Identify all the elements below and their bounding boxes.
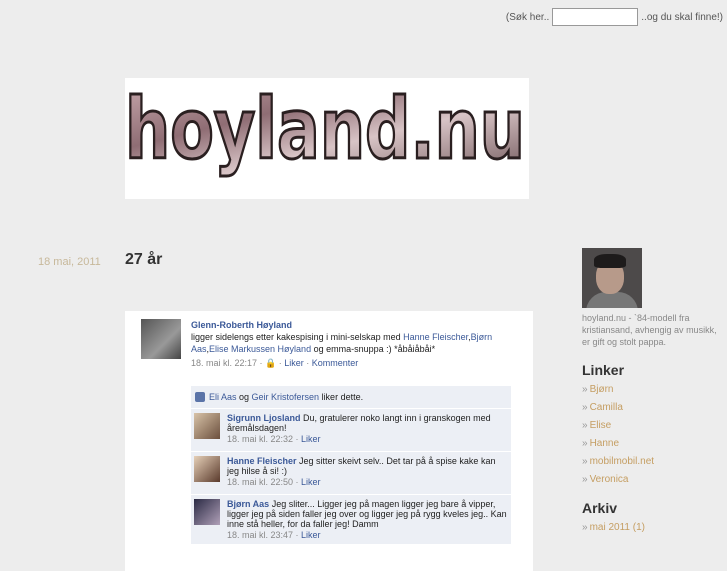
commenter-avatar xyxy=(194,456,220,482)
search-prefix: (Søk her.. xyxy=(505,11,550,23)
status-time: 18. mai kl. 22:17 · xyxy=(191,358,266,368)
link-label[interactable]: Hanne xyxy=(590,438,619,449)
like-link[interactable]: Liker xyxy=(284,358,304,368)
liker-1[interactable]: Eli Aas xyxy=(209,392,237,402)
commenter-avatar xyxy=(194,499,220,525)
link-item[interactable]: » Veronica xyxy=(582,474,722,492)
comment-text: Jeg sliter... Ligger jeg på magen ligger… xyxy=(227,499,507,529)
search-bar: (Søk her.. ..og du skal finne!) xyxy=(506,8,723,26)
link-item[interactable]: » Elise xyxy=(582,420,722,438)
likes-and: og xyxy=(236,392,252,402)
thumbs-up-icon xyxy=(195,392,205,402)
link-item[interactable]: » mobilmobil.net xyxy=(582,456,722,474)
lock-icon: 🔒 xyxy=(265,358,277,368)
link-label[interactable]: Camilla xyxy=(590,402,623,413)
likes-suffix: liker dette. xyxy=(319,392,364,402)
links-list: » Bjørn » Camilla » Elise » Hanne » mobilmobi… xyxy=(582,384,722,492)
link-label[interactable]: Veronica xyxy=(590,474,629,485)
author-avatar xyxy=(141,319,181,359)
comment-author[interactable]: Sigrunn Ljosland xyxy=(227,413,301,423)
link-label[interactable]: Bjørn xyxy=(590,384,614,395)
site-logo[interactable]: hoyland.nu xyxy=(125,78,529,199)
link-label[interactable]: Elise xyxy=(590,420,612,431)
meta-sep: · xyxy=(303,358,312,368)
facebook-screenshot: Glenn-Roberth Høyland ligger sidelengs e… xyxy=(125,311,533,571)
liker-2[interactable]: Geir Kristofersen xyxy=(252,392,320,402)
status-author[interactable]: Glenn-Roberth Høyland xyxy=(191,320,292,330)
sidebar: hoyland.nu - `84-modell fra kristiansand… xyxy=(582,248,722,540)
archive-label[interactable]: mai 2011 (1) xyxy=(590,522,645,533)
comment-item: Bjørn Aas Jeg sliter... Ligger jeg på ma… xyxy=(191,495,511,545)
author-photo xyxy=(582,248,642,308)
link-item[interactable]: » Bjørn xyxy=(582,384,722,402)
likes-row: Eli Aas og Geir Kristofersen liker dette… xyxy=(191,386,511,409)
comment-like-link[interactable]: Liker xyxy=(301,477,321,487)
comment-link[interactable]: Kommenter xyxy=(312,358,359,368)
link-item[interactable]: » Camilla xyxy=(582,402,722,420)
archive-item[interactable]: » mai 2011 (1) xyxy=(582,522,722,540)
comment-time: 18. mai kl. 22:50 · xyxy=(227,477,302,487)
links-heading: Linker xyxy=(582,362,625,378)
comment-item: Sigrunn Ljosland Du, gratulerer noko lan… xyxy=(191,409,511,452)
comment-like-link[interactable]: Liker xyxy=(301,530,321,540)
author-description: hoyland.nu - `84-modell fra kristiansand… xyxy=(582,313,717,347)
tag-elise[interactable]: Elise Markussen Høyland xyxy=(209,344,311,354)
logo-text: hoyland.nu xyxy=(125,80,525,178)
archive-heading: Arkiv xyxy=(582,500,618,516)
status-text-1: ligger sidelengs etter kakespising i min… xyxy=(191,332,404,342)
comment-like-link[interactable]: Liker xyxy=(301,434,321,444)
comments-section: Eli Aas og Geir Kristofersen liker dette… xyxy=(191,386,511,545)
post-date: 18 mai, 2011 xyxy=(38,256,101,268)
search-input[interactable] xyxy=(552,8,639,26)
tag-hanne[interactable]: Hanne Fleischer xyxy=(403,332,468,342)
link-item[interactable]: » Hanne xyxy=(582,438,722,456)
status-text-2: og emma-snuppa :) *åbåiåbåi* xyxy=(311,344,436,354)
status-block: Glenn-Roberth Høyland ligger sidelengs e… xyxy=(191,319,511,369)
post-title[interactable]: 27 år xyxy=(125,251,162,269)
status-meta: 18. mai kl. 22:17 · 🔒 · Liker · Kommente… xyxy=(191,358,359,368)
comment-item: Hanne Fleischer Jeg sitter skeivt selv..… xyxy=(191,452,511,495)
archive-list: » mai 2011 (1) xyxy=(582,522,722,540)
comment-time: 18. mai kl. 23:47 · xyxy=(227,530,302,540)
link-label[interactable]: mobilmobil.net xyxy=(590,456,654,467)
comment-author[interactable]: Bjørn Aas xyxy=(227,499,269,509)
search-suffix: ..og du skal finne!) xyxy=(641,11,723,23)
commenter-avatar xyxy=(194,413,220,439)
comment-time: 18. mai kl. 22:32 · xyxy=(227,434,302,444)
comment-author[interactable]: Hanne Fleischer xyxy=(227,456,297,466)
